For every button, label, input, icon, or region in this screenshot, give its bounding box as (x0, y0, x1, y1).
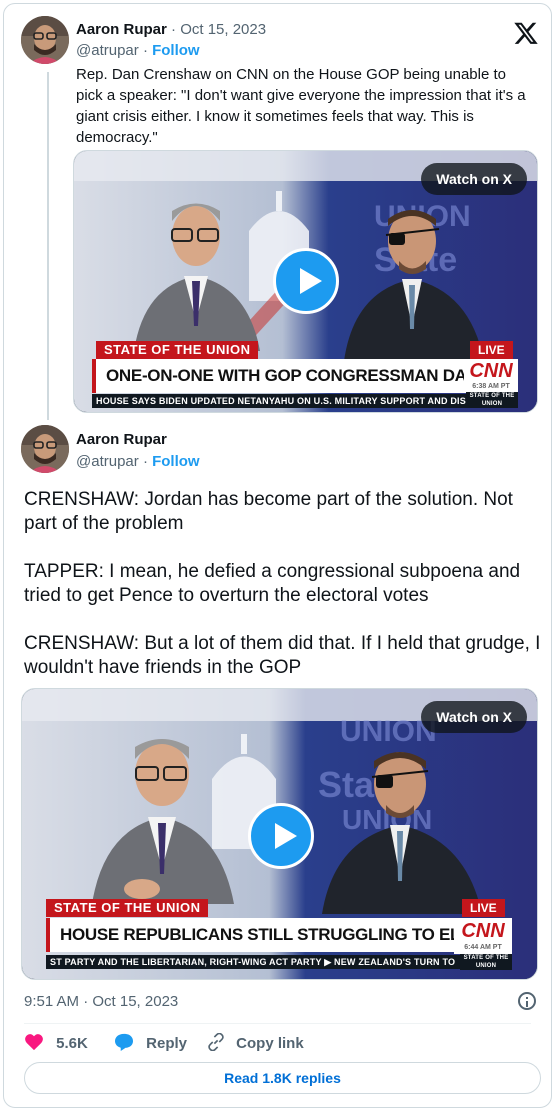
separator: · (142, 453, 148, 470)
tweet-text: CRENSHAW: Jordan has become part of the … (24, 488, 544, 704)
follow-button[interactable]: Follow (152, 453, 200, 470)
x-logo-icon[interactable] (513, 20, 539, 46)
news-ticker: HOUSE SAYS BIDEN UPDATED NETANYAHU ON U.… (92, 394, 466, 408)
video-player[interactable]: UNION State UNION Watch on X STATE OF TH… (21, 688, 538, 980)
program-bug: STATE OF THE UNION (466, 392, 518, 408)
program-label: STATE OF THE UNION (46, 899, 209, 917)
read-replies-button[interactable]: Read 1.8K replies (24, 1062, 541, 1094)
quoted-handle-row: @atrupar · Follow (76, 41, 200, 61)
author-name[interactable]: Aaron Rupar (76, 21, 167, 38)
tweet-paragraph: CRENSHAW: But a lot of them did that. If… (24, 633, 541, 678)
broadcast-time: 6:44 AM PT (464, 944, 502, 951)
chyron-headline: HOUSE REPUBLICANS STILL STRUGGLING TO EL… (46, 918, 464, 952)
info-icon[interactable] (518, 992, 536, 1010)
reply-label: Reply (146, 1035, 188, 1052)
author-handle[interactable]: @atrupar (76, 453, 139, 470)
link-icon (208, 1032, 224, 1052)
avatar[interactable] (21, 16, 69, 64)
heart-icon (25, 1034, 43, 1051)
author-row: Aaron Rupar (76, 430, 167, 450)
reply-button[interactable]: Reply (114, 1033, 187, 1054)
thread-connector (47, 72, 49, 420)
cnn-logo: CNN 6:44 AM PT (454, 918, 512, 954)
tweet-date[interactable]: Oct 15, 2023 (180, 21, 266, 38)
watch-on-x-button[interactable]: Watch on X (421, 163, 527, 195)
author-name[interactable]: Aaron Rupar (76, 431, 167, 448)
divider (24, 1023, 531, 1024)
separator: · (171, 21, 177, 38)
tweet-paragraph: CRENSHAW: Jordan has become part of the … (24, 489, 513, 534)
separator: · (142, 42, 148, 59)
copy-link-button[interactable]: Copy link (206, 1032, 304, 1054)
watch-on-x-button[interactable]: Watch on X (421, 701, 527, 733)
reply-bubble-icon (115, 1033, 133, 1051)
like-count: 5.6K (56, 1035, 88, 1052)
follow-button[interactable]: Follow (152, 42, 200, 59)
live-badge: LIVE (470, 341, 513, 359)
copy-link-label: Copy link (236, 1035, 304, 1052)
author-handle[interactable]: @atrupar (76, 42, 139, 59)
live-badge: LIVE (462, 899, 505, 917)
like-button[interactable]: 5.6K (24, 1033, 88, 1054)
play-icon[interactable] (273, 248, 339, 314)
avatar[interactable] (21, 425, 69, 473)
cnn-logo: CNN 6:38 AM PT (464, 359, 518, 393)
chyron-headline: ONE-ON-ONE WITH GOP CONGRESSMAN DAN CREN… (92, 359, 474, 393)
play-icon[interactable] (248, 803, 314, 869)
network-name: CNN (469, 360, 513, 382)
quoted-author-row: Aaron Rupar · Oct 15, 2023 (76, 20, 266, 40)
program-bug: STATE OF THE UNION (460, 954, 512, 970)
broadcast-time: 6:38 AM PT (472, 383, 510, 390)
handle-row: @atrupar · Follow (76, 452, 200, 472)
news-ticker: ST PARTY AND THE LIBERTARIAN, RIGHT-WING… (46, 955, 460, 969)
program-label: STATE OF THE UNION (96, 341, 259, 359)
tweet-embed-card: Aaron Rupar · Oct 15, 2023 @atrupar · Fo… (3, 3, 552, 1108)
tweet-paragraph: TAPPER: I mean, he defied a congressiona… (24, 561, 521, 606)
tweet-timestamp[interactable]: 9:51 AM · Oct 15, 2023 (24, 993, 178, 1010)
network-name: CNN (461, 920, 505, 942)
quoted-tweet-text: Rep. Dan Crenshaw on CNN on the House GO… (76, 66, 526, 146)
video-player[interactable]: UNION State Watch on X STATE OF THE UNIO… (73, 150, 538, 413)
